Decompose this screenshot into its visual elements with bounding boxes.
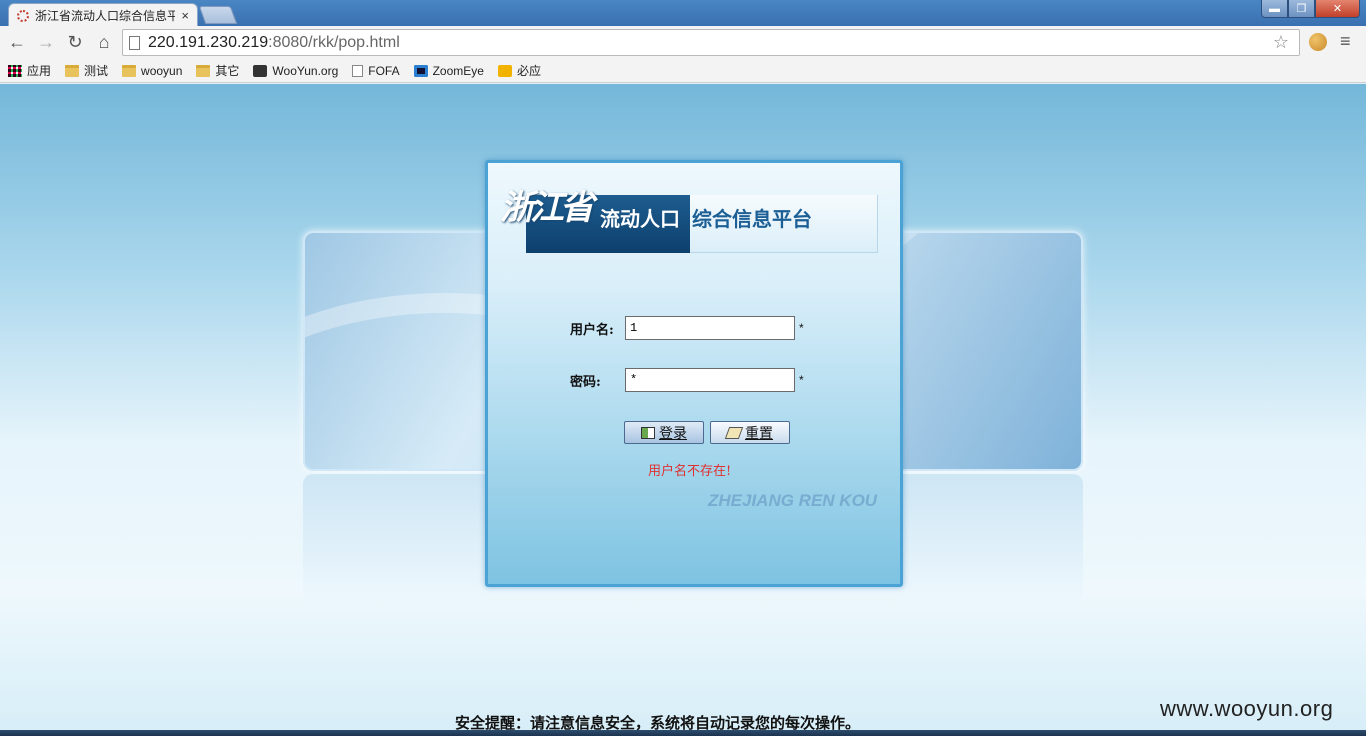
cookie-extension-icon[interactable] [1309,33,1327,51]
apps-icon [8,64,22,77]
window-minimize-button[interactable]: ▬ [1261,0,1288,18]
bookmark-label: 其它 [215,64,240,78]
username-row: 用户名: * [570,316,804,340]
url-host: 220.191.230.219 [148,33,269,51]
eraser-icon [724,426,744,439]
bookmark-wooyun-org[interactable]: WooYun.org [253,64,338,78]
folder-icon [65,64,80,77]
bookmark-wooyun-folder[interactable]: wooyun [122,64,182,78]
page-content: 浙江省 流动人口 综合信息平台 用户名: * 密码: * 登录 重置 用户名不存… [0,84,1366,736]
reset-button-label: 重置 [745,424,773,441]
address-bar[interactable]: 220.191.230.219:8080/rkk/pop.html ☆ [122,29,1300,56]
folder-icon [196,64,211,77]
page-icon [129,35,140,50]
os-taskbar [0,730,1366,736]
required-mark: * [799,373,804,387]
zoomeye-icon [413,64,428,77]
watermark: www.wooyun.org [1160,696,1334,721]
password-row: 密码: * [570,368,804,392]
menu-icon[interactable]: ≡ [1340,31,1351,52]
password-input[interactable] [625,368,795,392]
bookmark-fofa[interactable]: FOFA [352,63,400,78]
bookmark-apps[interactable]: 应用 [8,62,51,79]
back-icon[interactable]: ← [6,31,28,53]
reload-icon[interactable]: ↻ [64,31,86,53]
folder-icon [122,64,137,77]
bookmark-label: 必应 [516,64,541,78]
logo-calligraphy: 浙江省 [500,188,594,228]
bing-icon [497,64,512,77]
login-icon [641,426,655,439]
bookmark-bing[interactable]: 必应 [497,62,541,79]
tab-close-icon[interactable]: × [181,8,189,23]
bookmark-label: 测试 [84,64,109,78]
pinyin-caption: ZHEJIANG REN KOU [708,491,878,510]
tab-title: 浙江省流动人口综合信息平 [35,9,176,23]
url-path: :8080/rkk/pop.html [268,33,400,51]
login-button-label: 登录 [659,424,687,441]
bookmark-label: 应用 [27,64,52,78]
username-input[interactable] [625,316,795,340]
bookmark-label: WooYun.org [272,63,339,78]
loading-icon [17,9,29,22]
bookmark-label: ZoomEye [432,63,484,78]
required-mark: * [799,321,804,335]
url-text: 220.191.230.219:8080/rkk/pop.html [148,34,400,52]
page-icon [352,64,364,77]
login-panel: 浙江省 流动人口 综合信息平台 用户名: * 密码: * 登录 重置 用户名不存… [485,160,903,587]
window-close-button[interactable]: ✕ [1315,0,1360,18]
browser-toolbar: ← → ↻ ⌂ 220.191.230.219:8080/rkk/pop.htm… [0,26,1366,59]
platform-logo: 浙江省 流动人口 综合信息平台 [500,188,880,257]
bookmark-star-icon[interactable]: ☆ [1273,32,1289,53]
password-label: 密码: [570,374,601,390]
new-tab-button[interactable] [198,6,238,24]
window-maximize-button[interactable]: ❐ [1288,0,1315,18]
home-icon[interactable]: ⌂ [93,31,115,53]
logo-light-text: 综合信息平台 [692,209,812,231]
bookmark-test[interactable]: 测试 [65,62,108,79]
forward-icon[interactable]: → [35,31,57,53]
bookmark-other[interactable]: 其它 [196,62,239,79]
reset-button[interactable]: 重置 [710,421,790,444]
bookmarks-bar: 应用 测试 wooyun 其它 WooYun.org FOFA ZoomEye … [0,59,1366,83]
logo-dark-text: 流动人口 [600,209,680,231]
error-message: 用户名不存在! [648,464,732,479]
login-button[interactable]: 登录 [624,421,704,444]
browser-tab[interactable]: 浙江省流动人口综合信息平 × [8,3,198,27]
bookmark-zoomeye[interactable]: ZoomEye [413,63,484,78]
browser-titlebar: 浙江省流动人口综合信息平 × ▬ ❐ ✕ [0,0,1366,27]
wooyun-icon [253,64,268,77]
username-label: 用户名: [570,322,614,338]
bookmark-label: FOFA [368,63,400,78]
bookmark-label: wooyun [141,63,183,78]
